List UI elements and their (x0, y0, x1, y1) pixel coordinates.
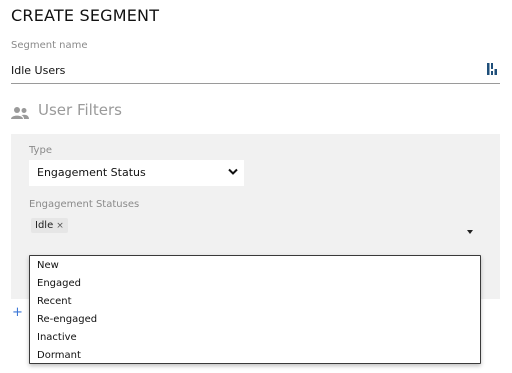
type-select[interactable]: Engagement Status (29, 160, 244, 186)
type-label: Type (29, 145, 52, 156)
caret-down-icon[interactable] (467, 230, 473, 234)
page-title: CREATE SEGMENT (11, 6, 160, 25)
dropdown-option-dormant[interactable]: Dormant (30, 347, 480, 365)
dropdown-option-inactive[interactable]: Inactive (30, 329, 480, 347)
segment-name-input[interactable]: Idle Users (11, 58, 500, 84)
dropdown-option-new[interactable]: New (30, 257, 480, 275)
segment-name-label: Segment name (11, 40, 88, 51)
type-select-value: Engagement Status (37, 166, 146, 179)
engagement-status-dropdown: New Engaged Recent Re-engaged Inactive D… (29, 255, 481, 364)
text-format-icon[interactable] (487, 62, 497, 76)
dropdown-option-re-engaged[interactable]: Re-engaged (30, 311, 480, 329)
tag-remove-icon[interactable]: × (56, 221, 64, 231)
segment-name-value: Idle Users (11, 64, 66, 77)
chevron-down-icon (228, 168, 238, 175)
dropdown-option-engaged[interactable]: Engaged (30, 275, 480, 293)
dropdown-option-recent[interactable]: Recent (30, 293, 480, 311)
group-icon (11, 107, 29, 119)
user-filters-title: User Filters (38, 101, 122, 119)
selected-tag-idle: Idle × (31, 218, 68, 233)
tag-label: Idle (35, 220, 54, 231)
engagement-statuses-label: Engagement Statuses (29, 199, 140, 210)
add-filter-icon[interactable]: + (12, 305, 23, 320)
